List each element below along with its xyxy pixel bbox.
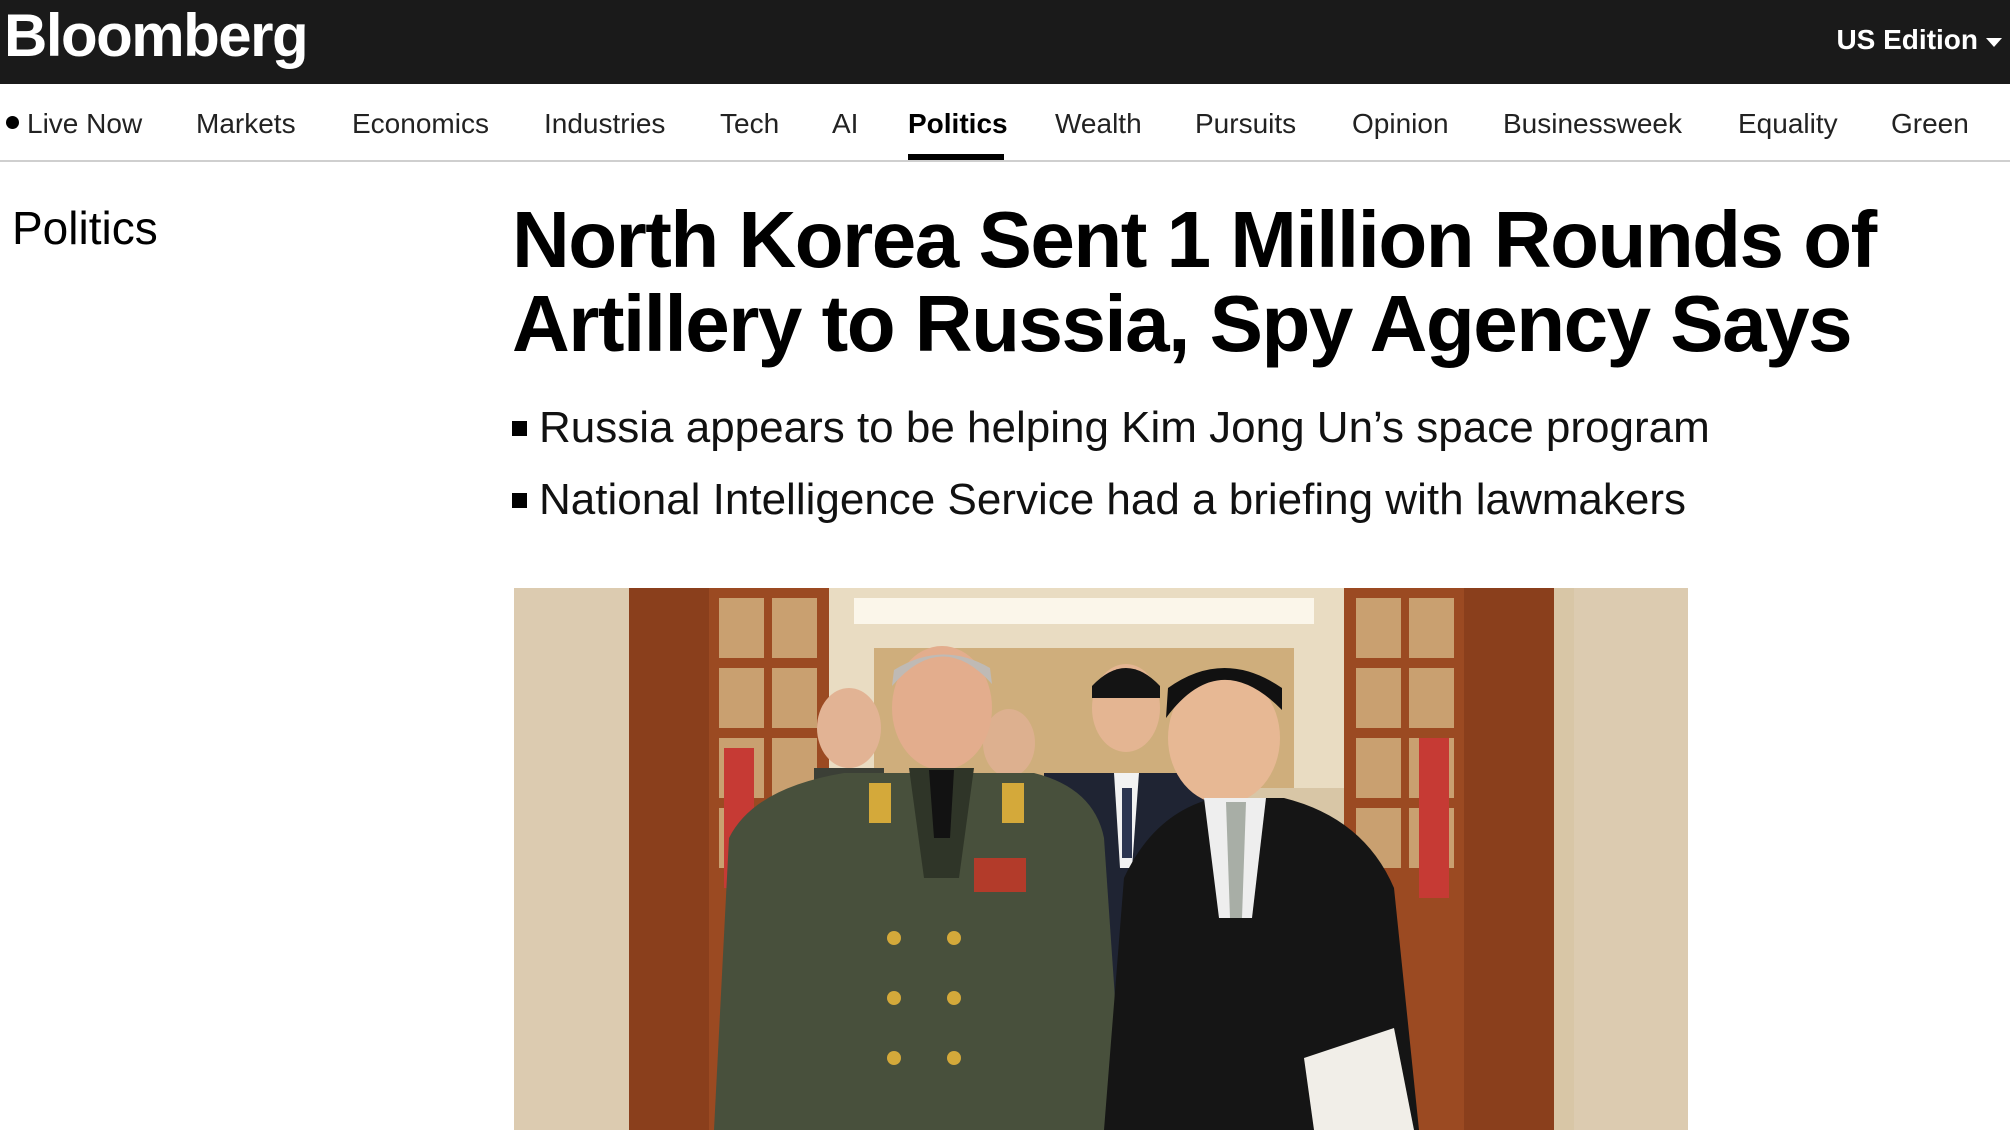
bloomberg-logo[interactable]: Bloomberg	[4, 4, 309, 68]
section-label[interactable]: Politics	[12, 200, 158, 256]
top-bar: Bloomberg US Edition	[0, 0, 2010, 84]
summary-bullet: Russia appears to be helping Kim Jong Un…	[512, 400, 1972, 456]
square-bullet-icon	[512, 492, 527, 508]
headline-line-2: Artillery to Russia, Spy Agency Says	[512, 279, 1853, 368]
edition-selector[interactable]: US Edition	[1836, 22, 2002, 58]
photo-illustration	[514, 588, 1688, 1130]
section-nav: Live Now Markets Economics Industries Te…	[0, 84, 2010, 162]
nav-item-live-now[interactable]: Live Now	[6, 106, 142, 142]
summary-bullet: National Intelligence Service had a brie…	[512, 472, 1972, 528]
article-headline: North Korea Sent 1 Million Rounds of Art…	[512, 198, 1972, 366]
nav-item-wealth[interactable]: Wealth	[1055, 106, 1142, 142]
chevron-down-icon	[1986, 37, 2002, 47]
nav-item-tech[interactable]: Tech	[720, 106, 779, 142]
nav-item-opinion[interactable]: Opinion	[1352, 106, 1449, 142]
nav-item-businessweek[interactable]: Businessweek	[1503, 106, 1682, 142]
nav-item-equality[interactable]: Equality	[1738, 106, 1838, 142]
headline-line-1: North Korea Sent 1 Million Rounds of	[512, 195, 1877, 284]
nav-item-pursuits[interactable]: Pursuits	[1195, 106, 1296, 142]
nav-item-label: Live Now	[27, 108, 143, 139]
nav-item-economics[interactable]: Economics	[352, 106, 489, 142]
square-bullet-icon	[512, 420, 527, 436]
edition-label: US Edition	[1836, 24, 1978, 55]
active-tab-indicator	[908, 154, 1004, 160]
nav-item-industries[interactable]: Industries	[544, 106, 665, 142]
article-lead-image[interactable]	[514, 588, 1688, 1130]
summary-bullet-text: Russia appears to be helping Kim Jong Un…	[539, 403, 1710, 452]
nav-item-green[interactable]: Green	[1891, 106, 1969, 142]
summary-bullet-text: National Intelligence Service had a brie…	[539, 475, 1687, 524]
nav-item-ai[interactable]: AI	[832, 106, 858, 142]
live-dot-icon	[6, 116, 19, 129]
article-summary: Russia appears to be helping Kim Jong Un…	[512, 400, 1972, 544]
nav-item-markets[interactable]: Markets	[196, 106, 296, 142]
nav-item-politics[interactable]: Politics	[908, 106, 1008, 142]
